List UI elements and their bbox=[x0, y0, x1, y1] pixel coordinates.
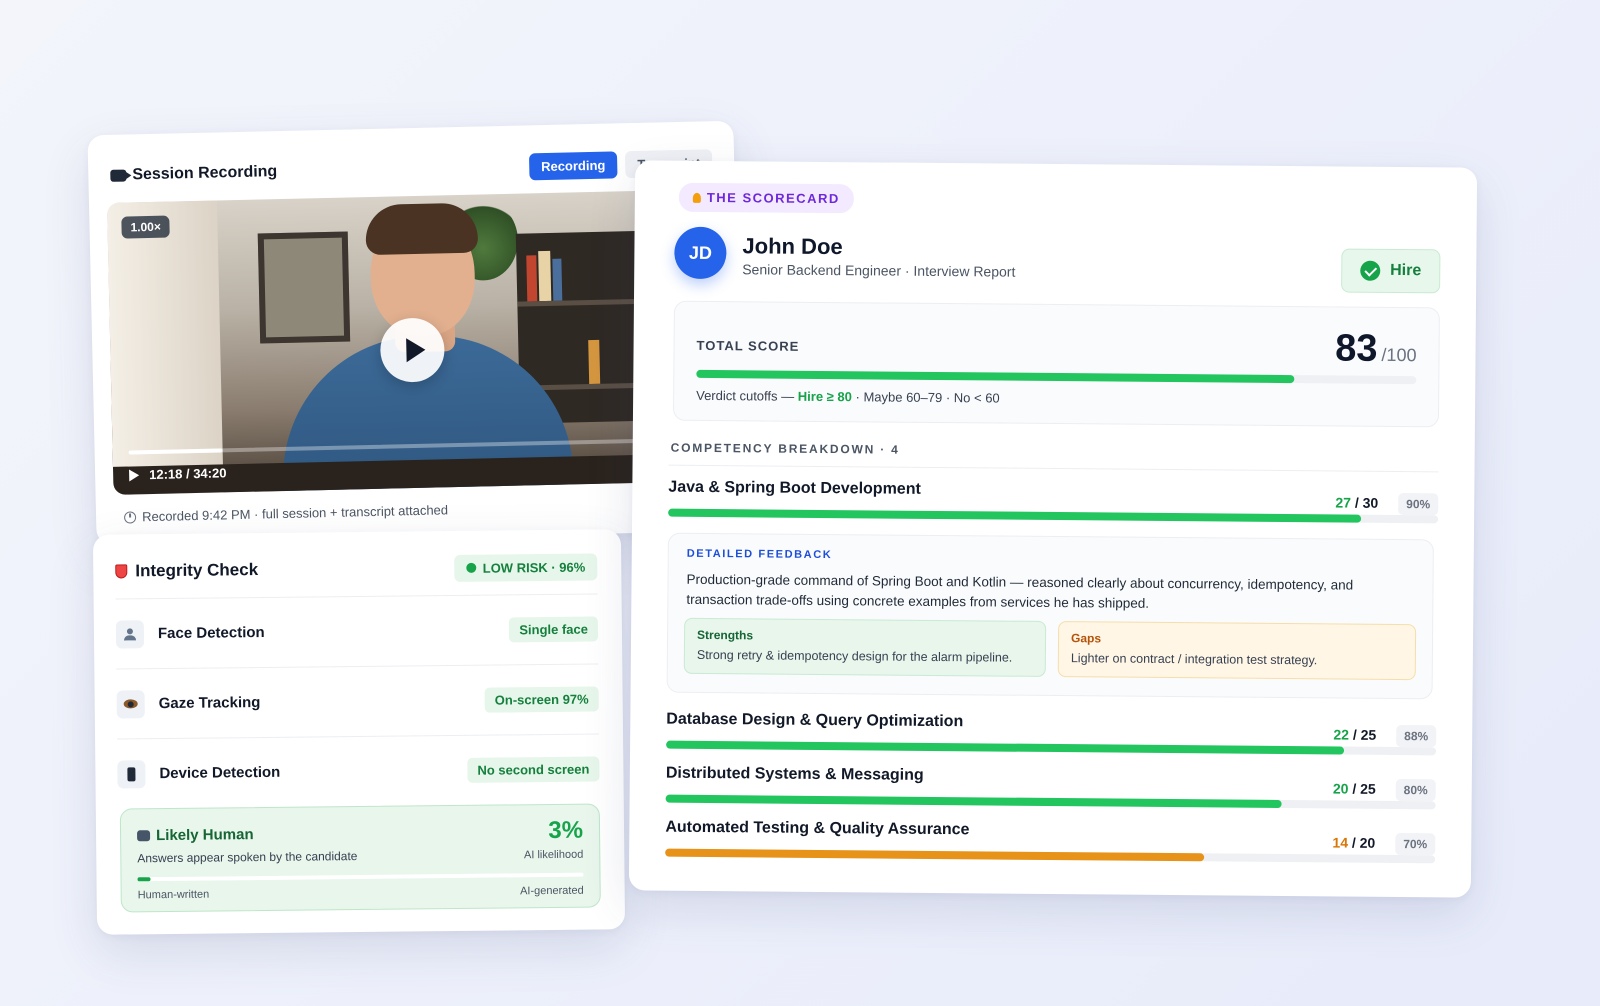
competency-bar bbox=[666, 740, 1437, 756]
video-timestamp: 12:18 / 34:20 bbox=[148, 465, 227, 483]
status-dot-icon bbox=[466, 562, 477, 573]
recording-footer: Recorded 9:42 PM · full session + transc… bbox=[123, 502, 448, 524]
likely-human-title: Likely Human bbox=[137, 826, 254, 844]
gaps-box: Gaps Lighter on contract / integration t… bbox=[1057, 621, 1417, 681]
gaps-title: Gaps bbox=[1070, 631, 1102, 646]
clock-icon bbox=[123, 510, 137, 524]
video-controls: 12:18 / 34:20 bbox=[129, 465, 227, 482]
competency-percent: 88% bbox=[1396, 725, 1437, 748]
integrity-header: Integrity Check LOW RISK · 96% bbox=[115, 549, 598, 588]
check-row-gaze: Gaze Tracking On-screen 97% bbox=[116, 663, 600, 739]
check-row-face: Face Detection Single face bbox=[115, 593, 599, 669]
competency-name: Java & Spring Boot Development bbox=[668, 478, 921, 498]
integrity-title: Integrity Check bbox=[115, 560, 258, 581]
competency-name: Database Design & Query Optimization bbox=[666, 710, 964, 731]
scorecard-tag: THE SCORECARD bbox=[678, 182, 854, 214]
eye-icon bbox=[123, 699, 138, 709]
check-value: On-screen 97% bbox=[484, 686, 599, 713]
robot-icon bbox=[137, 830, 151, 842]
human-written-label: Human-written bbox=[137, 888, 210, 902]
scorecard-card: THE SCORECARD JD John Doe Senior Backend… bbox=[628, 160, 1478, 898]
video-camera-icon bbox=[110, 169, 127, 182]
detailed-feedback-panel: DETAILED FEEDBACK Production-grade comma… bbox=[666, 532, 1434, 700]
phone-icon bbox=[127, 766, 136, 781]
competency-score: 27 / 30 bbox=[1335, 494, 1379, 511]
competency-fill bbox=[665, 794, 1282, 809]
check-circle-icon bbox=[1360, 260, 1381, 281]
check-label: Face Detection bbox=[157, 623, 265, 643]
competency-fill bbox=[666, 740, 1344, 755]
competency-row[interactable]: Distributed Systems & Messaging 20 / 25 … bbox=[665, 761, 1436, 814]
ai-likelihood-percent: 3% bbox=[548, 816, 584, 845]
competency-score: 14 / 20 bbox=[1332, 834, 1376, 851]
competency-bar bbox=[668, 508, 1439, 524]
feedback-text: Production-grade command of Spring Boot … bbox=[686, 571, 1354, 611]
competency-name: Automated Testing & Quality Assurance bbox=[665, 818, 970, 839]
ai-generated-label: AI-generated bbox=[520, 884, 584, 898]
avatar: JD bbox=[674, 226, 727, 280]
check-label: Gaze Tracking bbox=[158, 694, 261, 713]
check-value: Single face bbox=[509, 616, 599, 643]
competency-bar bbox=[665, 848, 1436, 864]
total-score-value: 83 /100 bbox=[1335, 327, 1417, 370]
play-icon[interactable] bbox=[129, 468, 140, 482]
total-score-bar bbox=[696, 369, 1417, 385]
competency-row[interactable]: Database Design & Query Optimization 22 … bbox=[666, 707, 1437, 760]
candidate-name: John Doe bbox=[742, 233, 843, 260]
user-icon bbox=[124, 628, 136, 640]
tab-recording[interactable]: Recording bbox=[528, 150, 618, 180]
strengths-text: Strong retry & idempotency design for th… bbox=[696, 647, 1013, 665]
total-score-label: TOTAL SCORE bbox=[696, 337, 800, 354]
strengths-title: Strengths bbox=[697, 627, 754, 643]
gaps-text: Lighter on contract / integration test s… bbox=[1070, 651, 1318, 668]
check-row-device: Device Detection No second screen bbox=[117, 733, 600, 809]
total-score-panel: TOTAL SCORE 83 /100 Verdict cutoffs — Hi… bbox=[672, 300, 1440, 428]
recording-header: Session Recording Recording Transcript bbox=[110, 147, 713, 191]
ai-likelihood-label: AI likelihood bbox=[523, 848, 584, 862]
divider bbox=[668, 464, 1439, 473]
check-label: Device Detection bbox=[159, 763, 281, 783]
ai-likelihood-bar bbox=[137, 872, 584, 882]
integrity-check-card: Integrity Check LOW RISK · 96% Face Dete… bbox=[92, 529, 626, 935]
likely-human-subtitle: Answers appear spoken by the candidate bbox=[137, 849, 358, 866]
verdict-badge[interactable]: Hire bbox=[1340, 248, 1441, 294]
ai-likelihood-panel: Likely Human Answers appear spoken by th… bbox=[119, 803, 601, 913]
competency-score: 20 / 25 bbox=[1332, 780, 1376, 797]
playback-speed-badge[interactable]: 1.00× bbox=[121, 215, 171, 239]
competency-fill bbox=[668, 508, 1362, 523]
competency-name: Distributed Systems & Messaging bbox=[665, 764, 924, 784]
competency-row[interactable]: Automated Testing & Quality Assurance 14… bbox=[665, 815, 1436, 868]
competency-breakdown-heading: COMPETENCY BREAKDOWN · 4 bbox=[670, 440, 900, 457]
competency-percent: 80% bbox=[1395, 779, 1436, 802]
shield-icon bbox=[115, 564, 128, 579]
video-wall-frame bbox=[257, 231, 351, 344]
medal-icon bbox=[692, 192, 701, 203]
risk-badge: LOW RISK · 96% bbox=[454, 552, 598, 582]
check-value: No second screen bbox=[467, 756, 600, 783]
feedback-label: DETAILED FEEDBACK bbox=[686, 547, 833, 562]
competency-bar bbox=[665, 794, 1436, 810]
competency-row[interactable]: Java & Spring Boot Development 27 / 30 9… bbox=[668, 475, 1439, 528]
competency-score: 22 / 25 bbox=[1333, 726, 1377, 743]
competency-percent: 90% bbox=[1398, 493, 1439, 516]
video-player[interactable]: 1.00× 12:18 / 34:20 bbox=[106, 190, 654, 495]
verdict-cutoffs: Verdict cutoffs — Hire ≥ 80 · Maybe 60–7… bbox=[696, 387, 1000, 406]
ai-likelihood-fill bbox=[137, 877, 151, 882]
recording-title: Session Recording bbox=[110, 163, 277, 185]
candidate-subtitle: Senior Backend Engineer · Interview Repo… bbox=[742, 261, 1016, 280]
competency-fill bbox=[665, 848, 1205, 862]
competency-percent: 70% bbox=[1395, 832, 1436, 856]
strengths-box: Strengths Strong retry & idempotency des… bbox=[683, 617, 1047, 677]
total-score-fill bbox=[696, 369, 1294, 384]
